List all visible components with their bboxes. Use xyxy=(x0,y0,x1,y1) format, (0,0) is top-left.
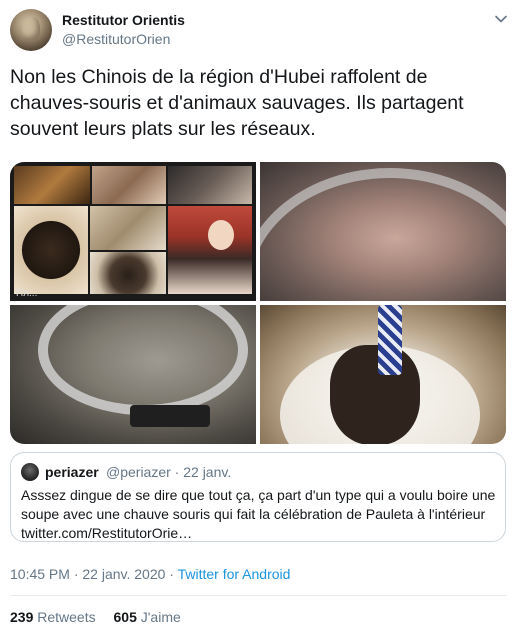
divider xyxy=(10,595,506,596)
quoted-text: Asssez dingue de se dire que tout ça, ça… xyxy=(21,487,496,541)
tweet-source-link[interactable]: Twitter for Android xyxy=(178,566,291,582)
media-image-2[interactable] xyxy=(260,162,506,301)
tweet-text: Non les Chinois de la région d'Hubei raf… xyxy=(10,66,464,140)
tweet-timestamp[interactable]: 10:45 PM · 22 janv. 2020 · xyxy=(10,566,178,582)
tweet-card: Restitutor Orientis @RestitutorOrien Non… xyxy=(0,0,520,636)
retweets-count: 239 xyxy=(10,609,34,625)
media-image-1[interactable]: Пл... xyxy=(10,162,256,301)
quoted-handle-date: @periazer · 22 janv. xyxy=(106,464,232,480)
media-grid: Пл... xyxy=(10,162,506,444)
quoted-avatar xyxy=(21,463,39,481)
chevron-down-icon[interactable] xyxy=(494,12,508,26)
likes-count: 605 xyxy=(113,609,137,625)
author-handle[interactable]: @RestitutorOrien xyxy=(62,31,170,47)
avatar[interactable] xyxy=(10,9,52,51)
retweets-label: Retweets xyxy=(37,609,96,625)
tweet-stats: 239 Retweets 605 J'aime xyxy=(10,609,181,625)
quoted-display-name: periazer xyxy=(45,464,99,480)
likes-stat[interactable]: 605 J'aime xyxy=(114,609,181,625)
author-display-name[interactable]: Restitutor Orientis xyxy=(62,12,185,28)
tweet-meta: 10:45 PM · 22 janv. 2020 · Twitter for A… xyxy=(10,566,290,582)
media-image-1-caption: Пл... xyxy=(16,288,38,299)
likes-label: J'aime xyxy=(140,609,181,625)
quoted-tweet[interactable]: periazer @periazer · 22 janv. Asssez din… xyxy=(10,452,506,542)
media-image-4[interactable] xyxy=(260,305,506,444)
media-image-3[interactable] xyxy=(10,305,256,444)
retweets-stat[interactable]: 239 Retweets xyxy=(10,609,96,625)
